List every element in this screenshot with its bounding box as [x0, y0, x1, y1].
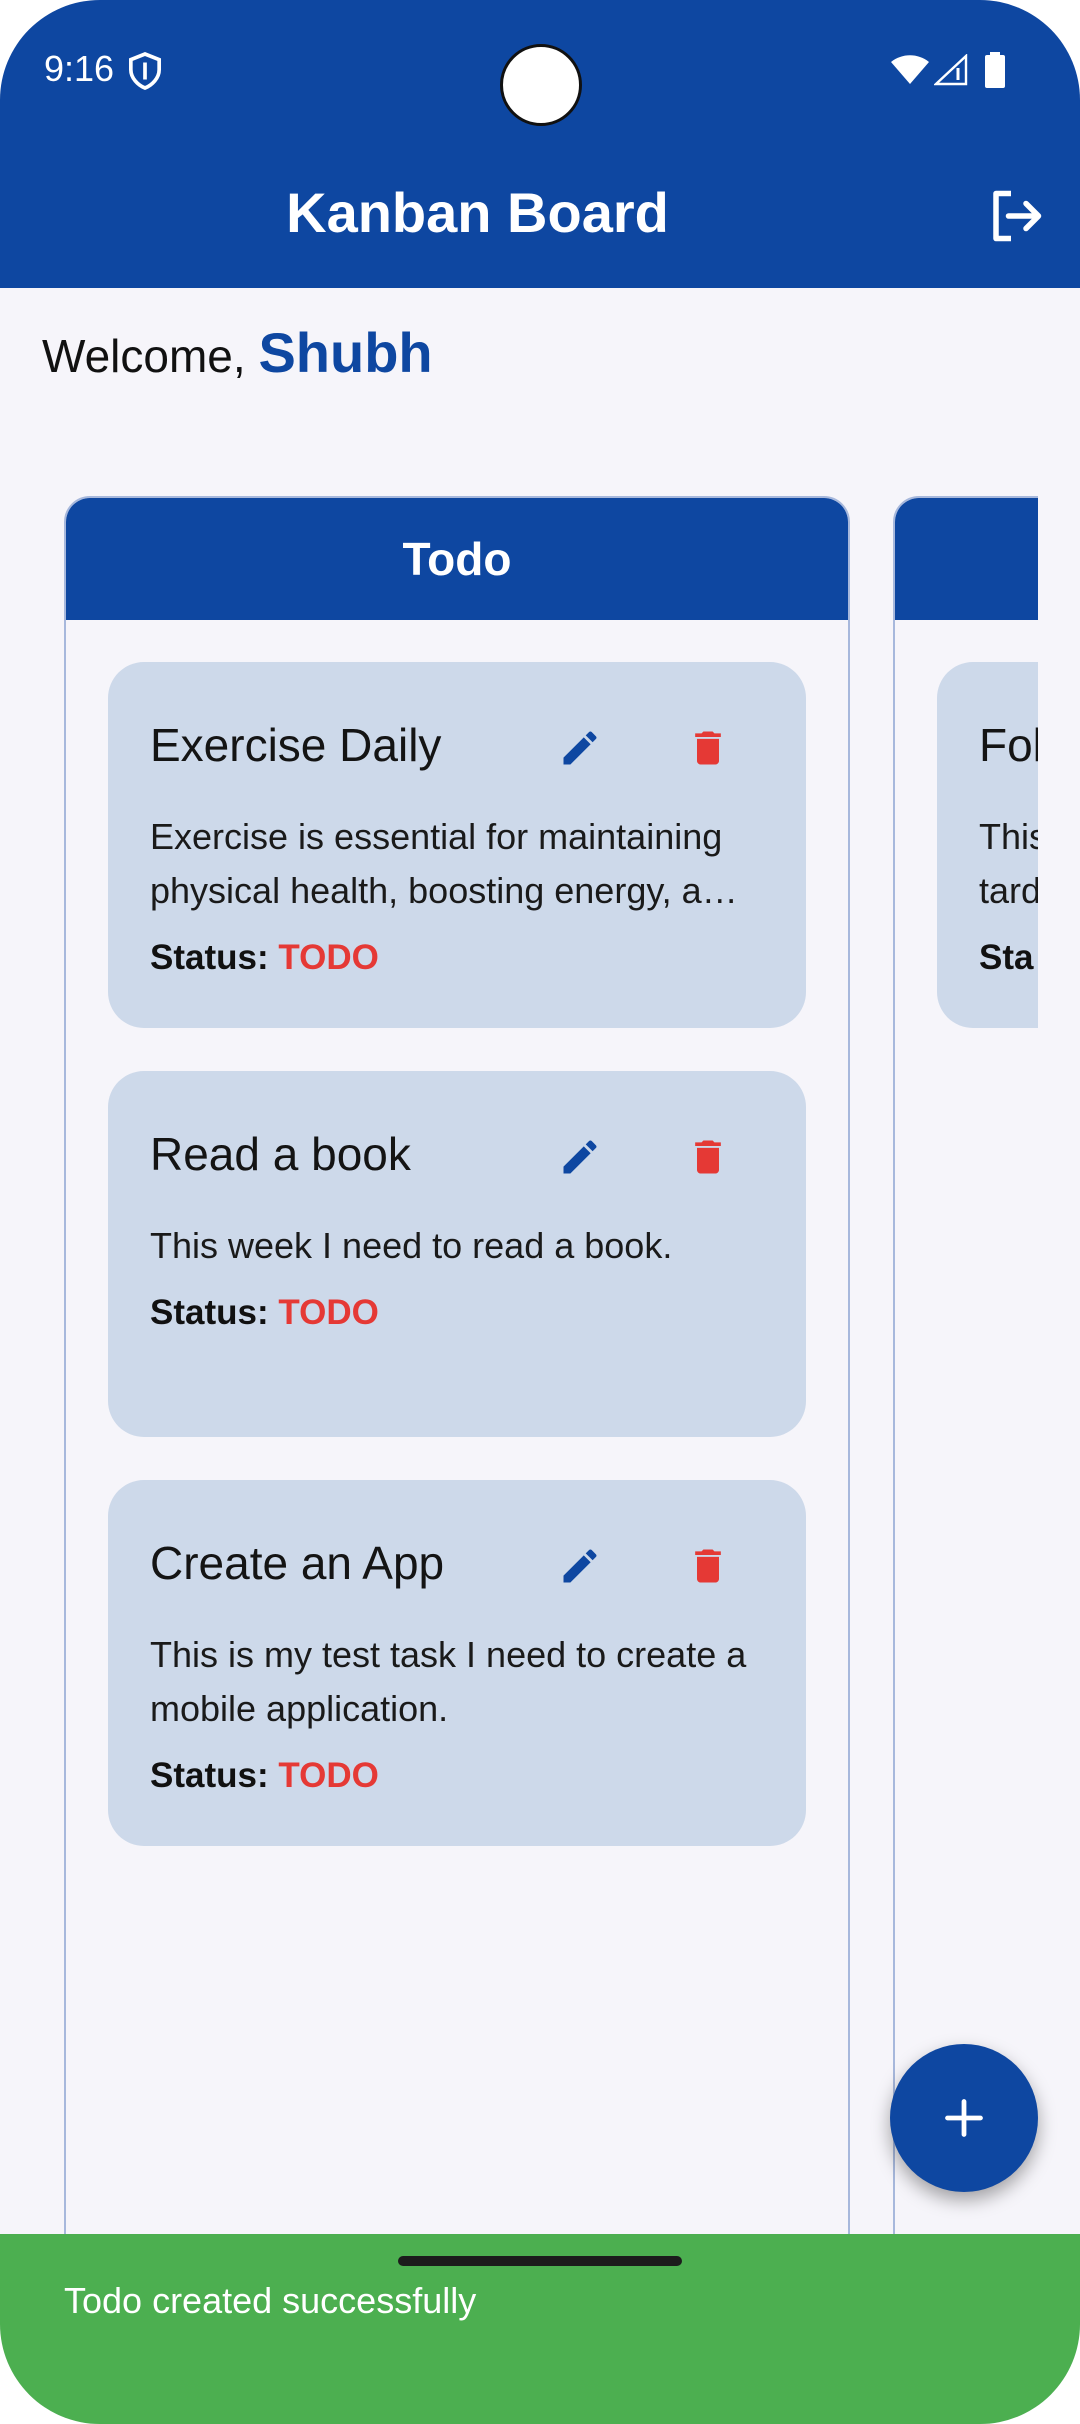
- plus-icon: [945, 2099, 983, 2137]
- status-time: 9:16: [44, 48, 115, 89]
- task-description: Exercise is essential for maintaining ph…: [150, 816, 738, 911]
- task-description: This week I need to read a book.: [150, 1225, 673, 1266]
- status-label: Status:: [150, 1293, 269, 1332]
- trash-icon: [695, 1549, 721, 1583]
- delete-button[interactable]: [678, 1127, 738, 1187]
- task-status: Status: TODO: [150, 1293, 379, 1333]
- edit-button[interactable]: [550, 1536, 610, 1596]
- trash-icon: [695, 731, 721, 765]
- edit-button[interactable]: [550, 1127, 610, 1187]
- app-bar: 9:16 Kanban Board: [0, 0, 1080, 288]
- pencil-icon: [563, 1140, 597, 1174]
- edit-button[interactable]: [550, 718, 610, 778]
- welcome-prefix: Welcome,: [42, 330, 246, 382]
- pencil-icon: [563, 1549, 597, 1583]
- task-status: Status: TODO: [150, 1756, 379, 1796]
- home-indicator[interactable]: [398, 2256, 682, 2266]
- camera-cutout: [500, 44, 582, 126]
- task-description: This tard: [979, 816, 1038, 911]
- pencil-icon: [563, 731, 597, 765]
- wifi-icon: [891, 55, 929, 84]
- task-title: Read a book: [150, 1128, 411, 1180]
- status-value: TODO: [278, 1756, 379, 1795]
- status-value: TODO: [278, 1293, 379, 1332]
- status-value: TODO: [278, 938, 379, 977]
- status-label: Sta: [979, 938, 1034, 977]
- task-card[interactable]: Create an App This is my test task I nee…: [108, 1480, 806, 1846]
- column-header: Todo: [66, 498, 848, 620]
- task-description: This is my test task I need to create a …: [150, 1634, 747, 1729]
- task-title: Fol: [979, 719, 1038, 771]
- task-status: Status: TODO: [150, 938, 379, 978]
- logout-icon: [993, 190, 1042, 242]
- column-todo: Todo Exercise Daily Exercise is essentia…: [64, 496, 850, 2424]
- delete-button[interactable]: [678, 718, 738, 778]
- page-title: Kanban Board: [286, 181, 669, 244]
- app-screen: 9:16 Kanban Board Welcome, Shubh Todo Ex…: [0, 0, 1080, 2424]
- delete-button[interactable]: [678, 1536, 738, 1596]
- status-label: Status:: [150, 938, 269, 977]
- task-card[interactable]: Exercise Daily Exercise is essential for…: [108, 662, 806, 1028]
- column-header: [895, 498, 1038, 620]
- snackbar-message: Todo created successfully: [64, 2280, 477, 2321]
- signal-icon: [934, 54, 968, 86]
- task-status: Sta: [979, 938, 1033, 978]
- user-name: Shubh: [258, 321, 433, 384]
- task-title: Create an App: [150, 1537, 445, 1589]
- trash-icon: [695, 1140, 721, 1174]
- task-card[interactable]: Fol This tard Sta: [937, 662, 1038, 1028]
- shield-icon: [128, 52, 162, 90]
- task-card[interactable]: Read a book This week I need to read a b…: [108, 1071, 806, 1437]
- task-title: Exercise Daily: [150, 719, 442, 771]
- welcome-message: Welcome, Shubh: [42, 320, 433, 385]
- battery-icon: [985, 52, 1005, 88]
- add-task-button[interactable]: [890, 2044, 1038, 2192]
- logout-button[interactable]: [980, 180, 1052, 252]
- status-label: Status:: [150, 1756, 269, 1795]
